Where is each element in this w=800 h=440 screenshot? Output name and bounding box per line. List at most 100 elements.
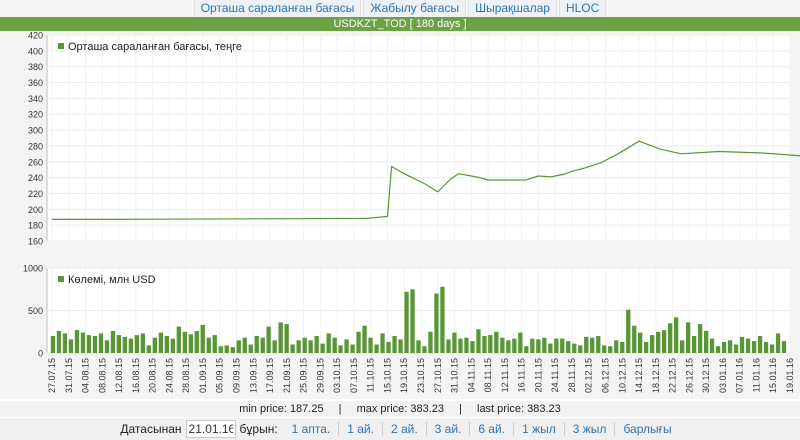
volume-bar — [380, 333, 385, 353]
instrument-banner: USDKZT_TOD [ 180 days ] — [0, 17, 800, 31]
volume-bar — [434, 293, 439, 353]
period-6-months[interactable]: 6 ай. — [478, 422, 505, 436]
volume-bar — [140, 333, 145, 353]
volume-bar — [692, 336, 697, 353]
volume-bar — [278, 322, 283, 353]
volume-bar — [296, 340, 301, 354]
volume-bar — [524, 346, 529, 353]
volume-bar — [374, 344, 379, 353]
chart-type-tabs: Орташа сараланған бағасы Жабылу бағасы Ш… — [0, 0, 800, 17]
volume-bar — [560, 338, 565, 353]
date-tick-label: 30.12.15 — [701, 358, 711, 393]
volume-bar — [86, 335, 92, 353]
volume-bar — [769, 344, 775, 353]
volume-bar — [781, 341, 787, 353]
price-tick-label: 420 — [28, 31, 43, 41]
price-tick-label: 320 — [28, 110, 43, 120]
date-tick-label: 10.12.15 — [617, 358, 627, 393]
volume-bar — [704, 330, 709, 353]
volume-bar — [566, 341, 571, 353]
volume-bar — [578, 345, 583, 353]
volume-bar — [470, 341, 475, 353]
volume-bar — [164, 336, 169, 353]
last-price: last price: 383.23 — [477, 403, 561, 415]
price-tick-label: 340 — [28, 94, 43, 104]
date-tick-label: 24.11.15 — [550, 358, 560, 392]
date-tick-label: 02.12.15 — [584, 358, 594, 393]
stats-separator: | — [338, 403, 342, 415]
volume-bar — [170, 338, 175, 353]
date-tick-label: 28.11.15 — [567, 358, 577, 392]
tab-hloc[interactable]: HLOC — [558, 0, 607, 17]
date-tick-label: 11.10.15 — [366, 358, 376, 392]
volume-bar — [266, 326, 271, 353]
volume-bar — [733, 344, 739, 353]
price-tick-label: 240 — [28, 173, 43, 183]
volume-bar — [662, 330, 667, 353]
volume-bar — [608, 346, 613, 353]
period-3-years[interactable]: 3 жыл — [573, 422, 607, 436]
date-tick-label: 26.12.15 — [684, 358, 694, 393]
period-1-month[interactable]: 1 ай. — [347, 422, 374, 436]
volume-bar — [638, 332, 643, 353]
date-tick-label: 15.10.15 — [382, 358, 392, 393]
volume-bar — [194, 330, 199, 353]
tab-closing-price[interactable]: Жабылу бағасы — [363, 0, 467, 17]
date-tick-label: 09.09.15 — [232, 358, 242, 393]
date-tick-label: 07.01.16 — [735, 358, 745, 393]
tab-candlesticks[interactable]: Шырақшалар — [468, 0, 557, 17]
volume-bar — [308, 340, 313, 354]
volume-bar — [338, 345, 343, 353]
price-stats: min price: 187.25 | max price: 383.23 | … — [0, 401, 800, 417]
volume-bar — [344, 339, 349, 353]
volume-bar — [368, 337, 373, 353]
price-tick-label: 260 — [28, 157, 43, 167]
period-all[interactable]: барлығы — [623, 422, 671, 436]
period-divider — [614, 422, 616, 436]
volume-legend-swatch — [58, 276, 64, 282]
volume-bar — [668, 323, 673, 354]
volume-bar — [134, 335, 139, 353]
period-1-year[interactable]: 1 жыл — [522, 422, 556, 436]
date-tick-label: 18.12.15 — [651, 358, 661, 393]
volume-bar — [200, 324, 205, 353]
period-3-months[interactable]: 3 ай. — [435, 422, 462, 436]
volume-bar — [152, 337, 157, 353]
tab-weighted-average[interactable]: Орташа сараланған бағасы — [193, 0, 362, 17]
from-date-label: Датасынан — [120, 422, 182, 436]
volume-bar — [536, 339, 541, 353]
volume-bar — [488, 335, 493, 353]
volume-bar — [500, 337, 505, 353]
period-1-week[interactable]: 1 апта. — [292, 422, 331, 436]
volume-bar — [284, 324, 289, 353]
date-tick-label: 08.11.15 — [483, 358, 493, 392]
volume-bar — [128, 338, 133, 353]
range-bar: Датасынан бұрын: 1 апта. 1 ай. 2 ай. 3 а… — [0, 418, 800, 440]
date-input[interactable] — [185, 420, 236, 438]
date-tick-label: 27.07.15 — [47, 358, 57, 393]
volume-bar — [68, 339, 74, 353]
volume-bar — [530, 338, 535, 353]
volume-bar — [122, 336, 127, 353]
date-tick-label: 20.08.15 — [148, 358, 158, 393]
date-tick-label: 16.11.15 — [517, 358, 527, 392]
volume-bar — [458, 338, 463, 353]
period-divider — [425, 422, 427, 436]
volume-bar — [775, 333, 781, 353]
volume-bar — [745, 338, 751, 353]
date-tick-label: 31.10.15 — [450, 358, 460, 393]
period-2-months[interactable]: 2 ай. — [391, 422, 418, 436]
volume-bar — [626, 309, 631, 353]
volume-bar — [572, 343, 577, 353]
price-tick-label: 360 — [28, 78, 43, 88]
date-tick-label: 01.09.15 — [198, 358, 208, 393]
volume-bar — [554, 338, 559, 353]
volume-bar — [727, 340, 733, 354]
volume-bar — [224, 345, 229, 353]
period-divider — [513, 422, 515, 436]
volume-bar — [176, 326, 181, 353]
volume-bar — [290, 344, 295, 353]
date-tick-label: 21.09.15 — [282, 358, 292, 393]
volume-bar — [62, 333, 68, 353]
volume-bar — [680, 340, 685, 354]
